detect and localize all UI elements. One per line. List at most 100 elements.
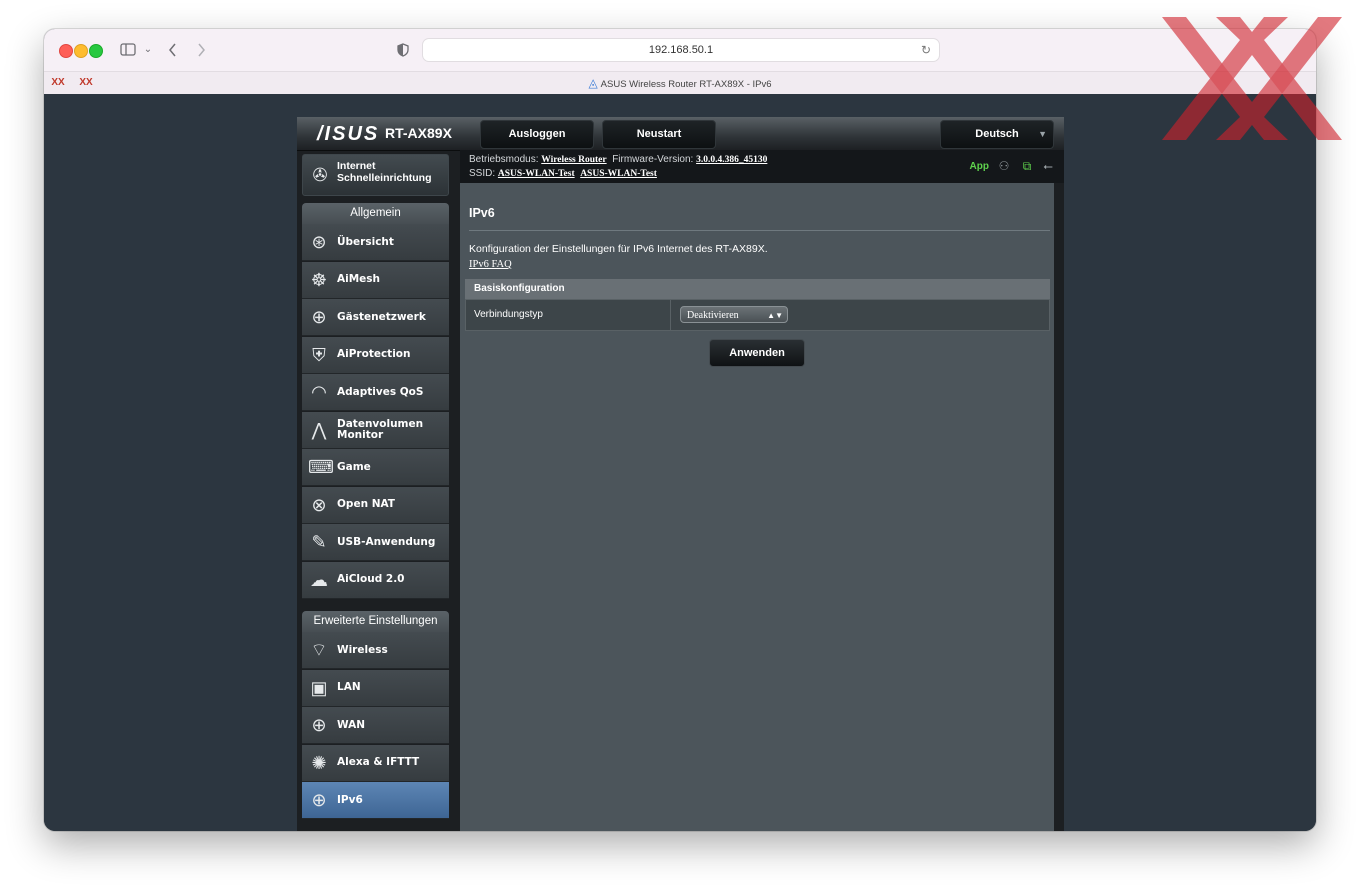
- sidebar-item-usb-anwendung[interactable]: ✎ USB-Anwendung: [302, 524, 449, 561]
- traffic-monitor-icon: ⋀: [311, 419, 327, 440]
- privacy-shield-icon[interactable]: [396, 39, 410, 61]
- alexa-icon: ✺: [311, 752, 327, 773]
- sidebar-item-ipv6[interactable]: ⊕ IPv6: [302, 782, 449, 819]
- shield-lock-icon: ⛨: [312, 344, 326, 365]
- sidebar-item-label: Gästenetzwerk: [337, 310, 426, 323]
- speedometer-icon: ◠: [311, 382, 327, 402]
- connection-type-value: Deaktivieren: [687, 310, 739, 321]
- sidebar-item-wireless[interactable]: ⌔ Wireless: [302, 632, 449, 669]
- clients-icon[interactable]: ⚇: [997, 159, 1011, 173]
- mode-label: Betriebsmodus:: [469, 154, 539, 165]
- status-bar: Betriebsmodus: Wireless Router Firmware-…: [460, 150, 1064, 183]
- usb-status-icon[interactable]: ⭠: [1041, 159, 1055, 173]
- connection-type-select[interactable]: Deaktivieren ▲▼: [680, 306, 788, 323]
- browser-toolbar: ⌄ 192.168.50.1 ↻: [44, 29, 1316, 71]
- sidebar-item-label: AiMesh: [337, 273, 381, 285]
- forward-arrow-icon[interactable]: [194, 39, 208, 61]
- quick-internet-setup-button[interactable]: ✇ Internet Schnelleinrichtung: [302, 154, 449, 196]
- sidebar-item-wan[interactable]: ⊕ WAN: [302, 707, 449, 744]
- firmware-link[interactable]: 3.0.0.4.386_45130: [696, 155, 767, 165]
- sidebar-item-label: USB-Anwendung: [337, 535, 436, 548]
- sidebar-item-datenvolumen-monitor[interactable]: ⋀ Datenvolumen Monitor: [302, 411, 449, 449]
- tab-title: ASUS Wireless Router RT-AX89X - IPv6: [600, 79, 772, 90]
- sidebar-item-label: IPv6: [337, 793, 363, 806]
- active-tab[interactable]: ◬ ASUS Wireless Router RT-AX89X - IPv6: [44, 72, 1316, 96]
- logout-button[interactable]: Ausloggen: [480, 120, 594, 149]
- title-divider: [469, 230, 1050, 231]
- table-header: Basiskonfiguration: [465, 279, 1050, 299]
- xx-watermark-logo: [1162, 17, 1342, 140]
- guest-network-icon: ⊕: [311, 307, 327, 327]
- sidebar-item-übersicht[interactable]: ⊛ Übersicht: [302, 224, 449, 261]
- sidebar-item-label: Wireless: [337, 643, 388, 656]
- apply-button[interactable]: Anwenden: [709, 339, 805, 367]
- page-description: Konfiguration der Einstellungen für IPv6…: [469, 243, 768, 255]
- close-window-button[interactable]: [59, 44, 73, 58]
- ipv6-globe-icon: ⊕: [311, 790, 327, 810]
- asus-tab-icon: ◬: [588, 76, 598, 90]
- reload-icon[interactable]: ↻: [921, 39, 931, 61]
- asus-logo: /ISUS: [317, 123, 380, 145]
- caret-down-icon: ▼: [1038, 129, 1047, 139]
- sidebar-item-lan[interactable]: ▣ LAN: [302, 669, 449, 707]
- reboot-button[interactable]: Neustart: [602, 120, 716, 149]
- language-select[interactable]: Deutsch ▼: [940, 120, 1054, 149]
- aimesh-icon: ☸: [310, 269, 328, 290]
- ssid-link-1[interactable]: ASUS-WLAN-Test: [498, 169, 575, 179]
- chevron-down-icon[interactable]: ⌄: [142, 39, 154, 61]
- network-status-icon[interactable]: ⧉: [1020, 159, 1034, 173]
- sidebar-item-open-nat[interactable]: ⊗ Open NAT: [302, 486, 449, 524]
- sidebar-item-label: Game: [337, 460, 371, 473]
- usb-icon: ✎: [311, 532, 327, 552]
- language-label: Deutsch: [975, 128, 1019, 140]
- ssid-label: SSID:: [469, 168, 496, 179]
- app-link[interactable]: App: [970, 161, 989, 172]
- sidebar-item-label: AiCloud 2.0: [337, 573, 405, 585]
- globe-icon: ⊕: [311, 715, 327, 735]
- select-arrows-icon: ▲▼: [767, 311, 783, 320]
- back-arrow-icon[interactable]: [166, 39, 180, 61]
- page-content: /ISUS RT-AX89X Ausloggen Neustart Deutsc…: [44, 94, 1316, 831]
- sidebar-item-gästenetzwerk[interactable]: ⊕ Gästenetzwerk: [302, 299, 449, 336]
- sidebar-item-label: Adaptives QoS: [337, 385, 424, 398]
- sidebar-item-label: LAN: [337, 681, 361, 693]
- minimize-window-button[interactable]: [74, 44, 88, 58]
- sidebar-item-alexa-ifttt[interactable]: ✺ Alexa & IFTTT: [302, 744, 449, 782]
- basic-config-table: Basiskonfiguration Verbindungstyp Deakti…: [465, 279, 1050, 331]
- model-name: RT-AX89X: [385, 125, 452, 141]
- cloud-icon: ☁: [310, 569, 328, 590]
- network-map-icon: ⊛: [311, 232, 327, 252]
- page-title: IPv6: [469, 206, 495, 220]
- section-general: Allgemein: [302, 203, 449, 224]
- sidebar-item-label: Datenvolumen Monitor: [337, 417, 424, 441]
- tab-bar: XX XX ◬ ASUS Wireless Router RT-AX89X - I…: [44, 71, 1316, 95]
- sidebar-toggle-icon[interactable]: [120, 39, 136, 61]
- qis-label: Internet Schnelleinrichtung: [337, 160, 432, 184]
- section-advanced: Erweiterte Einstellungen: [302, 611, 449, 632]
- open-nat-icon: ⊗: [311, 494, 327, 515]
- sidebar-item-label: Open NAT: [337, 498, 395, 510]
- mode-link[interactable]: Wireless Router: [541, 155, 606, 165]
- sidebar-item-label: Übersicht: [337, 235, 394, 248]
- sidebar-item-label: WAN: [337, 718, 366, 731]
- sidebar-item-game[interactable]: ⌨ Game: [302, 449, 449, 486]
- connection-type-label: Verbindungstyp: [474, 300, 671, 330]
- sidebar-item-aiprotection[interactable]: ⛨ AiProtection: [302, 336, 449, 374]
- lan-icon: ▣: [310, 677, 328, 698]
- sidebar-item-label: Alexa & IFTTT: [337, 756, 420, 768]
- ssid-link-2[interactable]: ASUS-WLAN-Test: [580, 169, 657, 179]
- router-panel: /ISUS RT-AX89X Ausloggen Neustart Deutsc…: [297, 117, 1064, 831]
- sidebar-item-aimesh[interactable]: ☸ AiMesh: [302, 261, 449, 299]
- zoom-window-button[interactable]: [89, 44, 103, 58]
- address-bar[interactable]: 192.168.50.1 ↻: [422, 38, 940, 62]
- sidebar-item-aicloud-2-0[interactable]: ☁ AiCloud 2.0: [302, 561, 449, 599]
- gamepad-icon: ⌨: [308, 457, 334, 477]
- sidebar-item-adaptives-qos[interactable]: ◠ Adaptives QoS: [302, 374, 449, 411]
- main-panel: IPv6 Konfiguration der Einstellungen für…: [460, 183, 1054, 831]
- router-header: /ISUS RT-AX89X Ausloggen Neustart Deutsc…: [297, 117, 1064, 151]
- browser-window: ⌄ 192.168.50.1 ↻ XX XX ◬ ASUS Wireless Ro…: [44, 29, 1316, 831]
- url-text: 192.168.50.1: [648, 44, 714, 56]
- ipv6-faq-link[interactable]: IPv6 FAQ: [469, 259, 512, 270]
- table-row: Verbindungstyp Deaktivieren ▲▼: [465, 299, 1050, 331]
- setup-wizard-icon: ✇: [312, 165, 328, 185]
